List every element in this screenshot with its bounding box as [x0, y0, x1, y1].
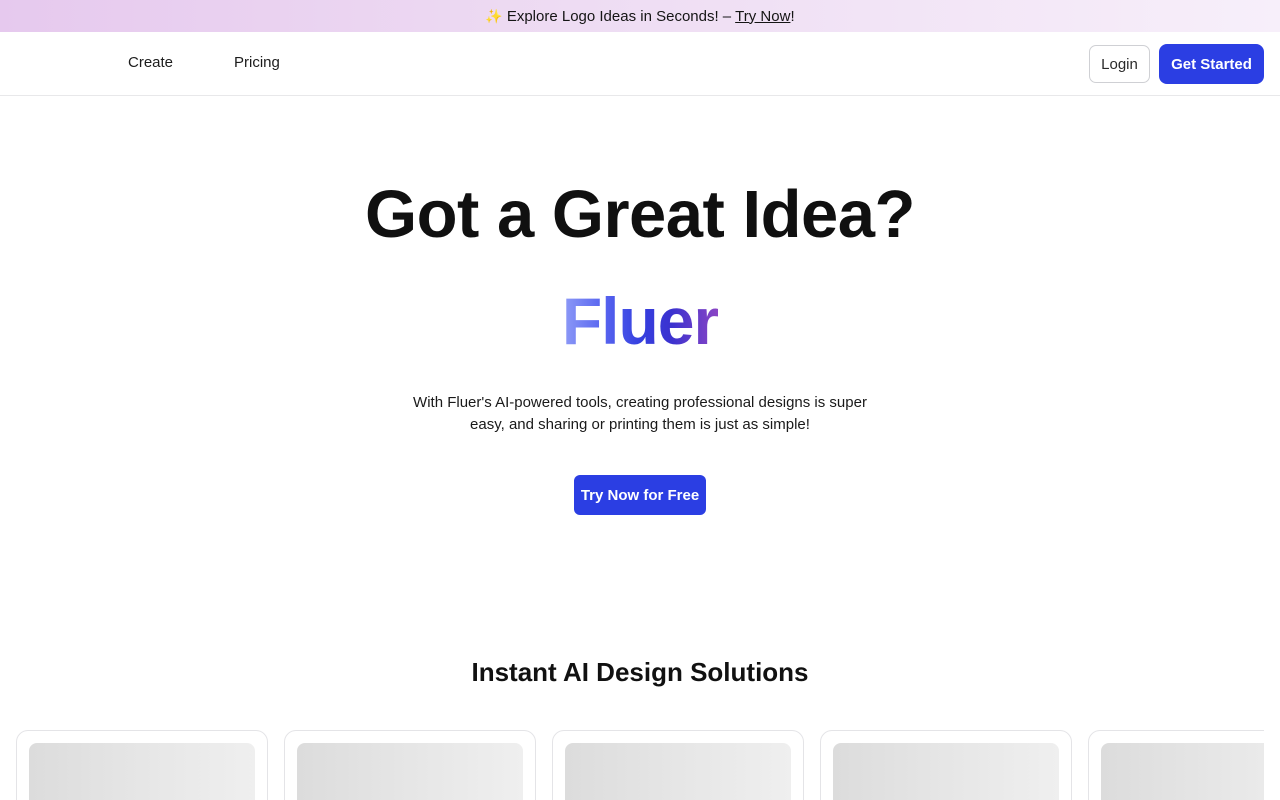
nav-link-pricing[interactable]: Pricing — [234, 54, 280, 71]
card-thumbnail — [29, 743, 255, 800]
hero-description: With Fluer's AI-powered tools, creating … — [413, 394, 867, 433]
design-card[interactable] — [284, 730, 536, 800]
sparkle-icon: ✨ — [485, 7, 503, 24]
brand-name: Fluer — [561, 284, 719, 358]
get-started-button[interactable]: Get Started — [1159, 44, 1264, 84]
card-thumbnail — [1101, 743, 1264, 800]
banner-text: Explore Logo Ideas in Seconds! – — [506, 7, 732, 25]
nav-link-create[interactable]: Create — [128, 54, 173, 71]
login-button[interactable]: Login — [1089, 45, 1150, 83]
banner-try-now-link[interactable]: Try Now — [735, 8, 790, 25]
card-thumbnail — [833, 743, 1059, 800]
announcement-banner: ✨ Explore Logo Ideas in Seconds! – Try N… — [0, 0, 1280, 32]
design-cards-row — [16, 730, 1264, 800]
hero-title: Got a Great Idea? — [365, 177, 915, 252]
design-card[interactable] — [820, 730, 1072, 800]
design-card[interactable] — [16, 730, 268, 800]
section-title: Instant AI Design Solutions — [471, 657, 809, 687]
top-nav: Create Pricing Login Get Started — [0, 32, 1280, 96]
banner-suffix: ! — [790, 7, 795, 25]
brand-wordmark: Fluer — [0, 284, 1280, 358]
design-card[interactable] — [552, 730, 804, 800]
try-now-free-button[interactable]: Try Now for Free — [574, 475, 706, 515]
card-thumbnail — [297, 743, 523, 800]
design-card[interactable] — [1088, 730, 1264, 800]
card-thumbnail — [565, 743, 791, 800]
